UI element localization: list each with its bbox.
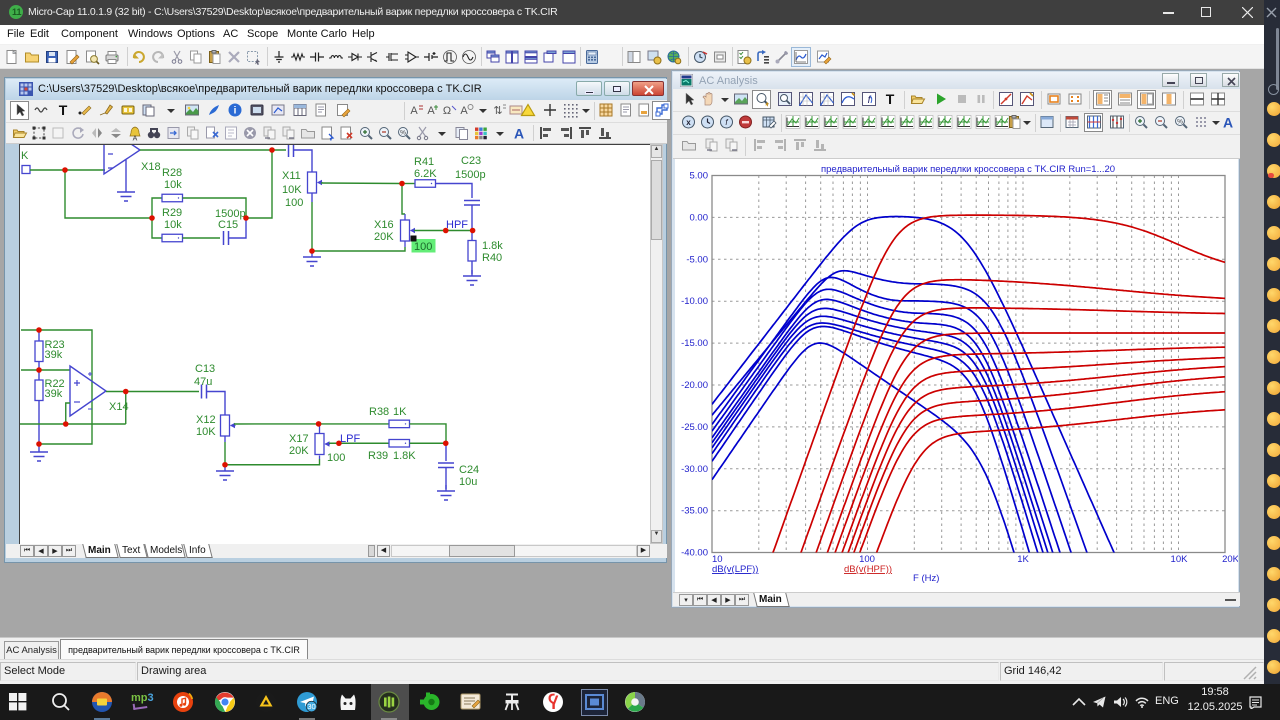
svg-text:10k: 10k	[164, 219, 182, 231]
svg-text:5.00: 5.00	[690, 170, 709, 181]
svg-text:-25.00: -25.00	[681, 421, 708, 432]
svg-text:R40: R40	[482, 252, 502, 264]
svg-text:R29: R29	[162, 207, 182, 219]
svg-text:1K: 1K	[393, 406, 407, 418]
svg-text:100: 100	[414, 241, 432, 253]
svg-text:F (Hz): F (Hz)	[913, 573, 939, 584]
svg-text:i: i	[234, 106, 237, 117]
svg-text:C23: C23	[461, 155, 481, 167]
svg-text:20K: 20K	[1222, 554, 1238, 565]
svg-text:A: A	[133, 136, 138, 142]
svg-text:X17: X17	[289, 433, 309, 445]
svg-text:10u: 10u	[459, 476, 477, 488]
svg-text:-30.00: -30.00	[681, 463, 708, 474]
svg-text:6.2K: 6.2K	[414, 168, 437, 180]
svg-text:C13: C13	[195, 363, 215, 375]
svg-text:T: T	[886, 91, 895, 107]
svg-text:1.8k: 1.8k	[482, 240, 503, 252]
svg-text:C24: C24	[459, 464, 479, 476]
svg-text:1.8K: 1.8K	[393, 450, 416, 462]
svg-text:HPF: HPF	[446, 219, 468, 231]
svg-text:10k: 10k	[164, 179, 182, 191]
svg-text:39k: 39k	[45, 388, 63, 400]
svg-text:10K: 10K	[282, 184, 302, 196]
svg-text:R41: R41	[414, 156, 434, 168]
svg-text:100: 100	[327, 452, 345, 464]
svg-text:x: x	[686, 118, 691, 127]
svg-text:Ω: Ω	[443, 105, 451, 117]
svg-text:dB(v(LPF)): dB(v(LPF))	[712, 564, 758, 575]
svg-text:0.00: 0.00	[690, 212, 709, 223]
svg-text:1500p: 1500p	[455, 169, 486, 181]
svg-text:20K: 20K	[289, 445, 309, 457]
svg-text:⇅: ⇅	[493, 105, 502, 117]
svg-text:R28: R28	[162, 167, 182, 179]
svg-text:C15: C15	[218, 219, 238, 231]
svg-text:30: 30	[307, 702, 315, 711]
svg-text:K: K	[21, 150, 29, 162]
svg-text:-40.00: -40.00	[681, 547, 708, 558]
svg-text:-5.00: -5.00	[686, 254, 708, 265]
svg-text:10K: 10K	[1171, 554, 1189, 565]
svg-text:X16: X16	[374, 219, 394, 231]
svg-text:R39: R39	[368, 450, 388, 462]
svg-text:47u: 47u	[194, 376, 212, 388]
svg-text:R38: R38	[369, 406, 389, 418]
svg-text:-20.00: -20.00	[681, 380, 708, 391]
svg-text:A: A	[460, 105, 468, 117]
svg-text:T: T	[59, 102, 68, 118]
svg-text:A: A	[514, 126, 524, 142]
svg-text:dB(v(HPF)): dB(v(HPF))	[844, 564, 892, 575]
svg-text:X11: X11	[282, 170, 301, 182]
svg-text:%: %	[400, 130, 406, 137]
svg-text:-10.00: -10.00	[681, 296, 708, 307]
svg-text:1K: 1K	[1017, 554, 1029, 565]
svg-text:A: A	[410, 105, 418, 117]
svg-text:-15.00: -15.00	[681, 338, 708, 349]
svg-text:10K: 10K	[196, 426, 216, 438]
svg-text:100: 100	[285, 197, 303, 209]
svg-text:20K: 20K	[374, 231, 394, 243]
svg-text:A: A	[1223, 114, 1233, 130]
svg-text:X18: X18	[141, 161, 161, 173]
svg-text:X12: X12	[196, 414, 216, 426]
svg-text:-35.00: -35.00	[681, 505, 708, 516]
svg-text:предварительный варик передлки: предварительный варик передлки кроссовер…	[821, 164, 1115, 175]
svg-text:39k: 39k	[45, 349, 63, 361]
svg-text:%: %	[1177, 118, 1183, 125]
